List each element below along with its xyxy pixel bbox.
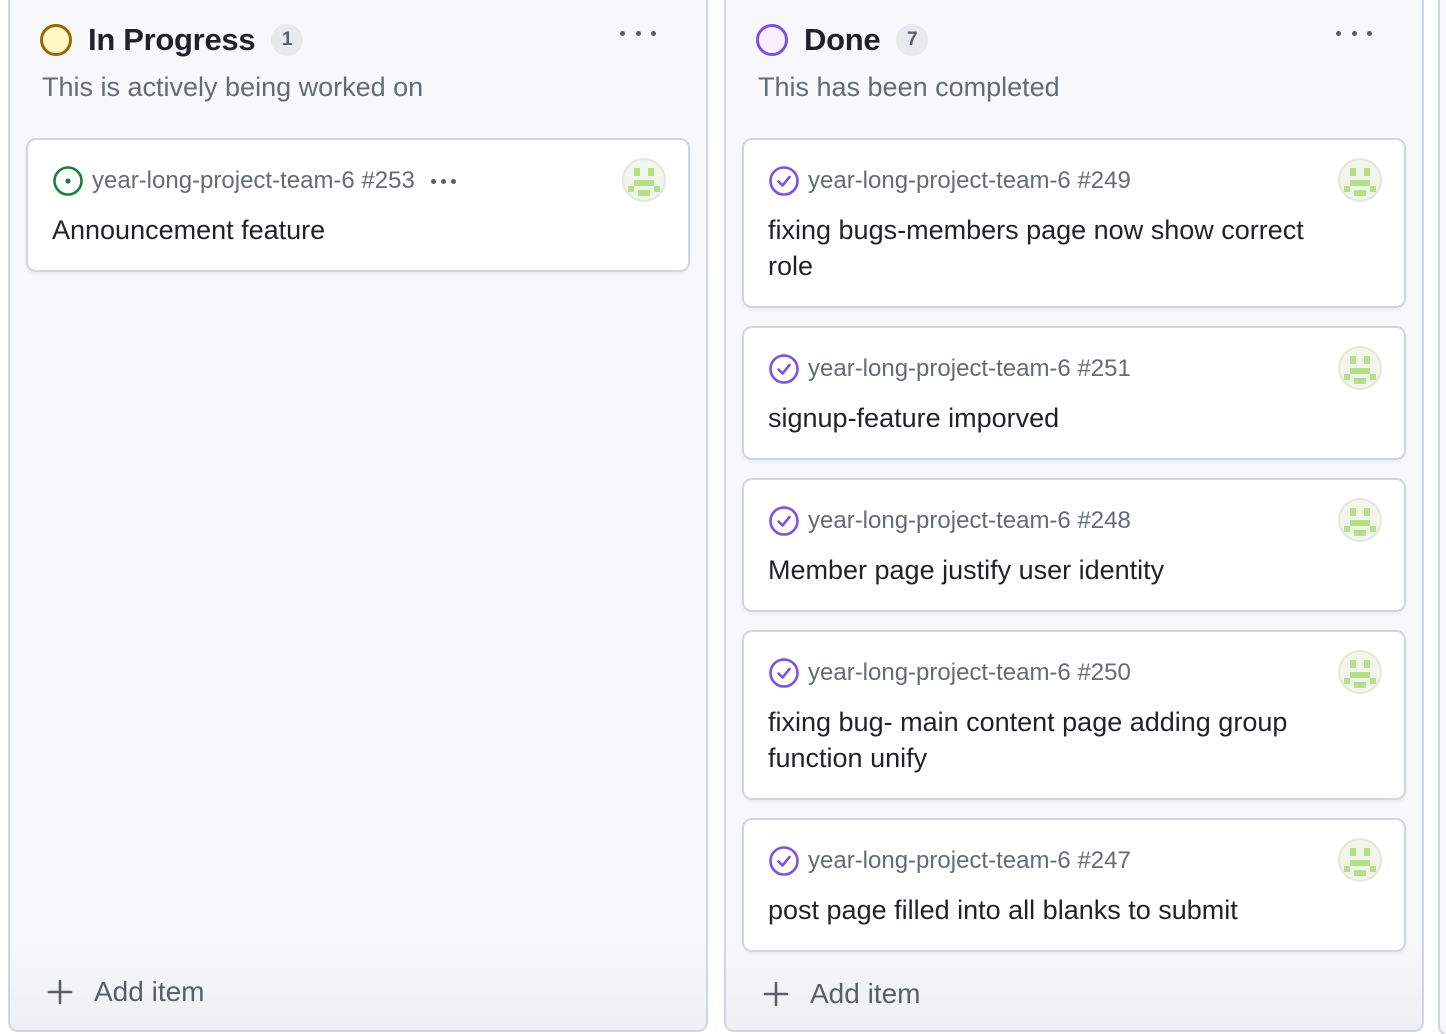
assignee-avatar[interactable]: [1338, 158, 1382, 202]
issue-opened-icon: [53, 166, 83, 196]
identicon-icon: [1344, 660, 1376, 688]
issue-title-link[interactable]: Member page justify user identity: [768, 552, 1354, 588]
item-count-badge: 7: [896, 24, 929, 56]
issue-reference-link[interactable]: year-long-project-team-6 #248: [808, 507, 1131, 535]
issue-reference-link[interactable]: year-long-project-team-6 #250: [808, 659, 1131, 687]
assignee-avatar[interactable]: [1338, 838, 1382, 882]
identicon-icon: [628, 168, 660, 196]
issue-closed-icon: [769, 166, 799, 196]
issue-closed-icon: [769, 506, 799, 536]
card-meta: year-long-project-team-6 #249: [768, 166, 1131, 196]
project-board: In Progress 1 This is actively being wor…: [0, 0, 1446, 1034]
column-title: In Progress: [88, 22, 256, 57]
column-header: In Progress 1: [40, 18, 304, 62]
issue-card[interactable]: year-long-project-team-6 #250 fixing bug…: [742, 630, 1406, 800]
card-meta: year-long-project-team-6 #248: [768, 506, 1131, 536]
issue-title-link[interactable]: fixing bug- main content page adding gro…: [768, 704, 1354, 776]
card-meta: year-long-project-team-6 #253: [52, 166, 456, 196]
add-item-button[interactable]: Add item: [46, 972, 205, 1012]
card-meta: year-long-project-team-6 #247: [768, 846, 1131, 876]
issue-title-link[interactable]: Announcement feature: [52, 212, 638, 248]
add-item-label: Add item: [810, 978, 921, 1009]
kebab-horizontal-icon[interactable]: [614, 18, 662, 48]
issue-closed-icon: [769, 658, 799, 688]
assignee-avatar[interactable]: [1338, 346, 1382, 390]
card-meta: year-long-project-team-6 #251: [768, 354, 1131, 384]
identicon-icon: [1344, 508, 1376, 536]
issue-reference-link[interactable]: year-long-project-team-6 #251: [808, 355, 1131, 383]
add-item-label: Add item: [94, 976, 205, 1007]
column-description: This is actively being worked on: [42, 72, 424, 102]
card-menu-icon[interactable]: [430, 178, 456, 184]
issue-card[interactable]: year-long-project-team-6 #248 Member pag…: [742, 478, 1406, 612]
kebab-horizontal-icon[interactable]: [1330, 18, 1378, 48]
column-in-progress: In Progress 1 This is actively being wor…: [8, 0, 708, 1032]
issue-card[interactable]: year-long-project-team-6 #249 fixing bug…: [742, 138, 1406, 308]
identicon-icon: [1344, 848, 1376, 876]
item-count-badge: 1: [271, 24, 304, 56]
card-meta: year-long-project-team-6 #250: [768, 658, 1131, 688]
issue-closed-icon: [769, 846, 799, 876]
issue-title-link[interactable]: signup-feature imporved: [768, 400, 1354, 436]
next-column-edge: [1438, 0, 1446, 1034]
status-circle-icon: [40, 24, 72, 56]
issue-card[interactable]: year-long-project-team-6 #247 post page …: [742, 818, 1406, 952]
column-description: This has been completed: [758, 72, 1060, 102]
plus-icon: [763, 981, 789, 1007]
issue-closed-icon: [769, 354, 799, 384]
issue-card[interactable]: year-long-project-team-6 #253 Announceme…: [26, 138, 690, 272]
assignee-avatar[interactable]: [622, 158, 666, 202]
plus-icon: [47, 979, 73, 1005]
issue-reference-link[interactable]: year-long-project-team-6 #249: [808, 167, 1131, 195]
assignee-avatar[interactable]: [1338, 650, 1382, 694]
assignee-avatar[interactable]: [1338, 498, 1382, 542]
identicon-icon: [1344, 168, 1376, 196]
issue-title-link[interactable]: fixing bugs-members page now show correc…: [768, 212, 1354, 284]
issue-card[interactable]: year-long-project-team-6 #251 signup-fea…: [742, 326, 1406, 460]
issue-reference-link[interactable]: year-long-project-team-6 #253: [92, 167, 415, 195]
add-item-button[interactable]: Add item: [762, 974, 921, 1014]
issue-title-link[interactable]: post page filled into all blanks to subm…: [768, 892, 1354, 928]
column-title: Done: [804, 22, 881, 57]
issue-reference-link[interactable]: year-long-project-team-6 #247: [808, 847, 1131, 875]
column-done: Done 7 This has been completed year-long…: [724, 0, 1424, 1032]
status-circle-icon: [756, 24, 788, 56]
identicon-icon: [1344, 356, 1376, 384]
column-header: Done 7: [756, 18, 929, 62]
